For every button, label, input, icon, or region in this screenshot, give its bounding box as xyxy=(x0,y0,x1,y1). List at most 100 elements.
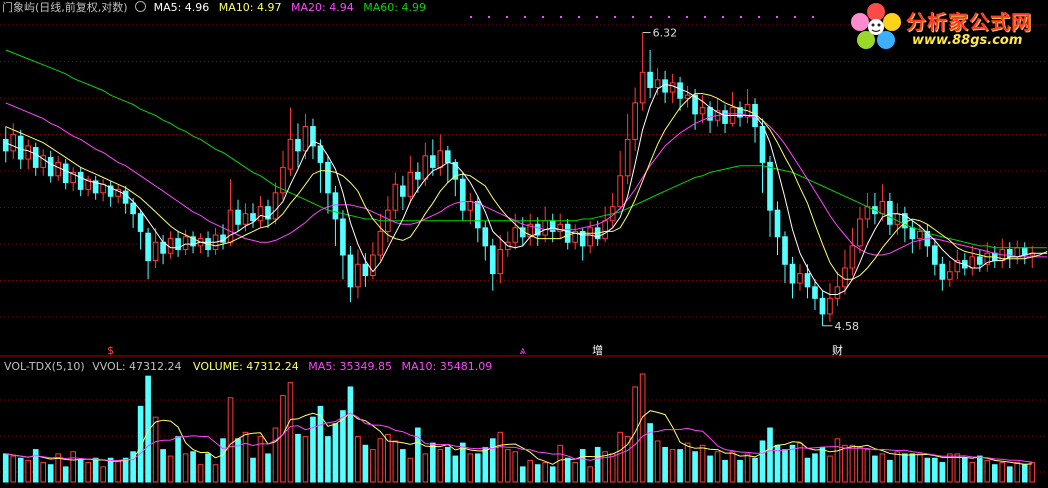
candle-body xyxy=(624,138,631,177)
candle-body xyxy=(789,263,796,284)
volume-bar xyxy=(152,416,159,483)
volume-bar xyxy=(160,449,166,483)
volume-bar xyxy=(542,462,549,483)
volume-bar xyxy=(759,440,766,483)
top-dot-marker xyxy=(578,16,580,18)
volume-bar xyxy=(175,436,181,483)
top-dot-marker xyxy=(758,16,760,18)
volume-bar xyxy=(729,451,736,483)
volume-bar xyxy=(984,459,991,483)
volume-bar xyxy=(332,423,339,483)
candle-body xyxy=(774,209,781,238)
volume-bar xyxy=(430,442,436,483)
candle-body xyxy=(347,254,354,288)
volume-bar xyxy=(1006,466,1013,483)
volume-bar xyxy=(976,455,983,483)
volume-bar xyxy=(902,453,908,483)
candle-body xyxy=(152,241,159,262)
top-dot-marker xyxy=(740,16,742,18)
candle-body xyxy=(759,126,766,163)
volume-bar xyxy=(527,459,534,483)
volume-bar xyxy=(654,440,661,483)
candle-body xyxy=(415,171,421,180)
volume-bar xyxy=(572,462,579,483)
candle-body xyxy=(497,249,504,275)
candle-body xyxy=(834,286,841,299)
top-dot-marker xyxy=(524,16,526,18)
volume-bar xyxy=(662,446,668,483)
candle-body xyxy=(804,273,811,288)
volume-bar xyxy=(407,457,414,483)
candle-body xyxy=(812,286,818,299)
volume-bar xyxy=(767,427,773,483)
candle-body xyxy=(287,138,294,170)
volume-bar xyxy=(797,442,803,483)
volume-bar xyxy=(594,446,601,483)
volume-bar xyxy=(77,459,84,483)
volume-bar xyxy=(677,449,683,483)
candle-body xyxy=(340,218,346,256)
volume-bar xyxy=(991,464,998,483)
candle-body xyxy=(782,236,788,265)
top-dot-marker xyxy=(488,16,490,18)
volume-bar xyxy=(444,446,451,483)
candle-body xyxy=(819,297,826,315)
volume-bar xyxy=(467,453,474,483)
volume-bar xyxy=(534,464,541,483)
volume-bar xyxy=(692,451,698,483)
candle-body xyxy=(542,220,549,236)
volume-bar xyxy=(197,464,204,483)
candle-body xyxy=(827,297,833,315)
volume-bar xyxy=(804,457,811,483)
vvol-label: VVOL: 47312.24 xyxy=(92,360,182,373)
volume-bar xyxy=(250,457,256,483)
volume-bar xyxy=(212,464,219,483)
volume-bar xyxy=(722,459,728,483)
candle-body xyxy=(55,161,62,177)
candle-body xyxy=(407,171,414,197)
candle-body xyxy=(467,200,474,211)
high-price-label: 6.32 xyxy=(653,27,678,40)
volume-bar xyxy=(557,444,564,483)
volume-bar xyxy=(924,457,931,483)
volume-bar xyxy=(302,436,309,483)
volume-bar xyxy=(497,431,504,483)
candle-body xyxy=(864,206,871,220)
candle-body xyxy=(602,220,608,240)
volume-bar xyxy=(295,433,301,483)
low-price-label: 4.58 xyxy=(834,320,859,333)
candle-body xyxy=(947,271,953,280)
candle-body xyxy=(182,236,189,251)
volume-bar xyxy=(272,427,279,483)
top-dot-marker xyxy=(776,16,778,18)
candle-body xyxy=(227,209,234,243)
candle-body xyxy=(2,138,9,152)
volume-bar xyxy=(377,438,384,483)
volume-bar xyxy=(617,431,623,483)
candle-body xyxy=(430,155,436,168)
candle-body xyxy=(325,161,331,194)
volume-bar xyxy=(549,466,556,483)
volume-bar xyxy=(242,431,249,483)
candle-body xyxy=(362,263,369,276)
candle-body xyxy=(377,230,384,256)
candle-body xyxy=(857,218,863,247)
settings-circle-icon[interactable] xyxy=(135,1,147,12)
volume-bar xyxy=(879,453,886,483)
event-marker: $ xyxy=(107,344,114,357)
candle-body xyxy=(77,171,84,190)
volume-bar xyxy=(92,457,99,483)
candle-body xyxy=(917,230,923,240)
candle-body xyxy=(317,145,324,163)
top-dot-marker xyxy=(812,16,814,18)
volume-bar xyxy=(70,451,77,483)
volume-bar xyxy=(2,453,9,483)
candle-body xyxy=(302,126,309,152)
candle-body xyxy=(632,102,638,140)
candle-body xyxy=(722,110,728,124)
volume-bar xyxy=(280,395,286,483)
volume-bar xyxy=(752,457,758,483)
candle-body xyxy=(677,82,683,99)
volume-bar xyxy=(1014,462,1021,483)
volume-bar xyxy=(392,440,399,483)
